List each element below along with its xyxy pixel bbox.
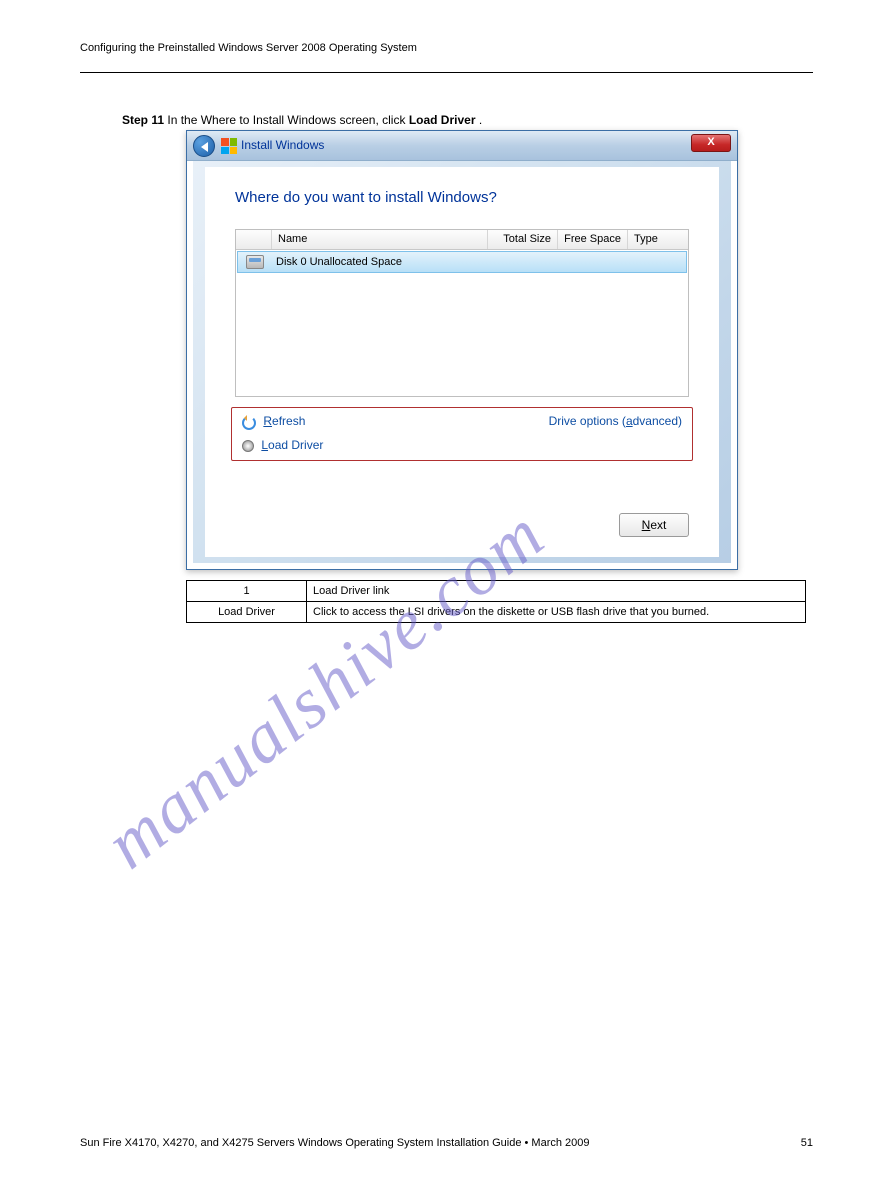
step-bold: Load Driver xyxy=(409,113,476,127)
step-number: Step 11 xyxy=(122,113,164,127)
refresh-text: efresh xyxy=(272,414,305,428)
page-footer: Sun Fire X4170, X4270, and X4275 Servers… xyxy=(80,1137,813,1149)
footer-left: Sun Fire X4170, X4270, and X4275 Servers… xyxy=(80,1137,590,1149)
row-name: Disk 0 Unallocated Space xyxy=(272,256,686,268)
titlebar: Install Windows X xyxy=(187,131,737,161)
col-name: Name xyxy=(272,230,488,249)
caption-desc: Click to access the LSI drivers on the d… xyxy=(307,602,806,623)
refresh-icon xyxy=(242,416,256,428)
cd-icon xyxy=(242,440,254,452)
footer-page-number: 51 xyxy=(801,1137,813,1149)
load-driver-text: oad Driver xyxy=(268,438,323,452)
caption-index-header: 1 xyxy=(187,581,307,602)
windows-logo-icon xyxy=(221,138,237,154)
next-button[interactable]: Next xyxy=(619,513,689,537)
caption-table: 1 Load Driver link Load Driver Click to … xyxy=(186,580,806,623)
table-row[interactable]: Disk 0 Unallocated Space xyxy=(237,251,687,273)
drive-options-link[interactable]: Drive options (advanced) xyxy=(549,414,682,428)
caption-index: Load Driver xyxy=(187,602,307,623)
header-rule xyxy=(80,72,813,73)
disk-table: Name Total Size Free Space Type Disk 0 U… xyxy=(235,229,689,397)
col-total: Total Size xyxy=(488,230,558,249)
step-instruction: Step 11 In the Where to Install Windows … xyxy=(122,113,482,127)
dialog-heading: Where do you want to install Windows? xyxy=(235,189,497,206)
back-button[interactable] xyxy=(193,135,215,157)
client-area: Where do you want to install Windows? Na… xyxy=(205,167,719,557)
col-icon xyxy=(236,230,272,249)
header-left: Configuring the Preinstalled Windows Ser… xyxy=(80,42,417,54)
step-suffix: . xyxy=(479,113,482,127)
drive-options-text: Drive options ( xyxy=(549,414,626,428)
next-text: ext xyxy=(650,518,666,532)
caption-label-header: Load Driver link xyxy=(307,581,806,602)
disk-icon xyxy=(238,252,272,272)
window-title: Install Windows xyxy=(241,138,324,152)
load-driver-link[interactable]: Load Driver xyxy=(242,438,323,452)
table-header: Name Total Size Free Space Type xyxy=(236,230,688,250)
table-row: Load Driver Click to access the LSI driv… xyxy=(187,602,806,623)
install-windows-dialog: Install Windows X Where do you want to i… xyxy=(186,130,738,570)
close-button[interactable]: X xyxy=(691,134,731,152)
client-frame: Where do you want to install Windows? Na… xyxy=(193,161,731,563)
col-free: Free Space xyxy=(558,230,628,249)
col-type: Type xyxy=(628,230,688,249)
refresh-link[interactable]: Refresh xyxy=(242,414,305,428)
step-body: In the Where to Install Windows screen, … xyxy=(167,113,408,127)
table-row: 1 Load Driver link xyxy=(187,581,806,602)
options-highlight-box: Refresh Load Driver Drive options (advan… xyxy=(231,407,693,461)
page-header: Configuring the Preinstalled Windows Ser… xyxy=(80,42,813,54)
